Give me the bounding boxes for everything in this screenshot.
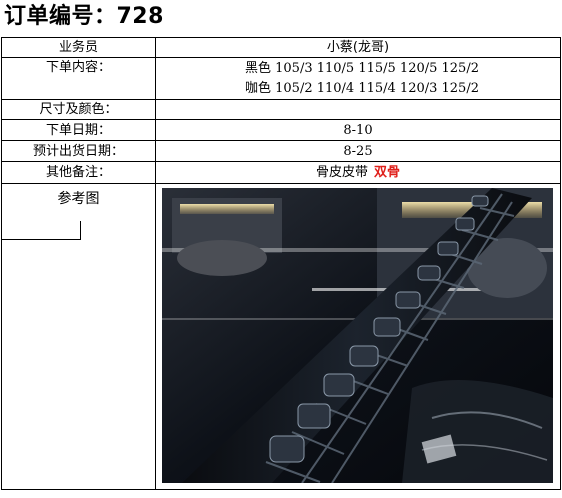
salesperson-value: 小蔡(龙哥) [155, 37, 561, 58]
belt-photo-illustration [162, 188, 553, 483]
product-blur-left [177, 240, 267, 276]
row-salesperson: 业务员 小蔡(龙哥) [1, 37, 561, 58]
row-ship-date: 预计出货日期： 8-25 [1, 140, 561, 162]
row-order-content: 下单内容： 黑色 105/3 110/5 115/5 120/5 125/2 咖… [1, 57, 561, 100]
order-line-black: 黑色 105/3 110/5 115/5 120/5 125/2 [245, 60, 479, 76]
remarks-highlight: 双骨 [374, 165, 401, 180]
row-size-color: 尺寸及颜色： [1, 99, 561, 120]
reference-label: 参考图 [57, 191, 100, 207]
order-date-value: 8-10 [155, 119, 561, 141]
order-title: 订单编号：728 [4, 4, 164, 29]
case-light-left [180, 204, 274, 214]
ship-date-value: 8-25 [155, 140, 561, 162]
row-remarks: 其他备注： 骨皮皮带 双骨 [1, 161, 561, 184]
order-date-label: 下单日期： [1, 119, 156, 141]
size-color-label: 尺寸及颜色： [1, 99, 156, 120]
row-reference: 参考图 [1, 183, 561, 490]
reference-corner-mark [2, 221, 81, 240]
remarks-text: 骨皮皮带 [315, 165, 368, 180]
order-line-brown: 咖色 105/2 110/4 115/4 120/3 125/2 [245, 80, 479, 96]
order-table: 业务员 小蔡(龙哥) 下单内容： 黑色 105/3 110/5 115/5 12… [1, 37, 561, 490]
remarks-value: 骨皮皮带 双骨 [155, 161, 561, 184]
ship-date-label: 预计出货日期： [1, 140, 156, 162]
row-order-date: 下单日期： 8-10 [1, 119, 561, 141]
remarks-label: 其他备注： [1, 161, 156, 184]
order-content-value: 黑色 105/3 110/5 115/5 120/5 125/2 咖色 105/… [155, 57, 561, 100]
plastic-wrap [402, 380, 553, 483]
order-content-label: 下单内容： [1, 57, 156, 100]
reference-label-cell: 参考图 [1, 183, 156, 490]
size-color-value [155, 99, 561, 120]
reference-photo [162, 188, 553, 483]
salesperson-label: 业务员 [1, 37, 156, 58]
reference-photo-cell [155, 183, 561, 490]
